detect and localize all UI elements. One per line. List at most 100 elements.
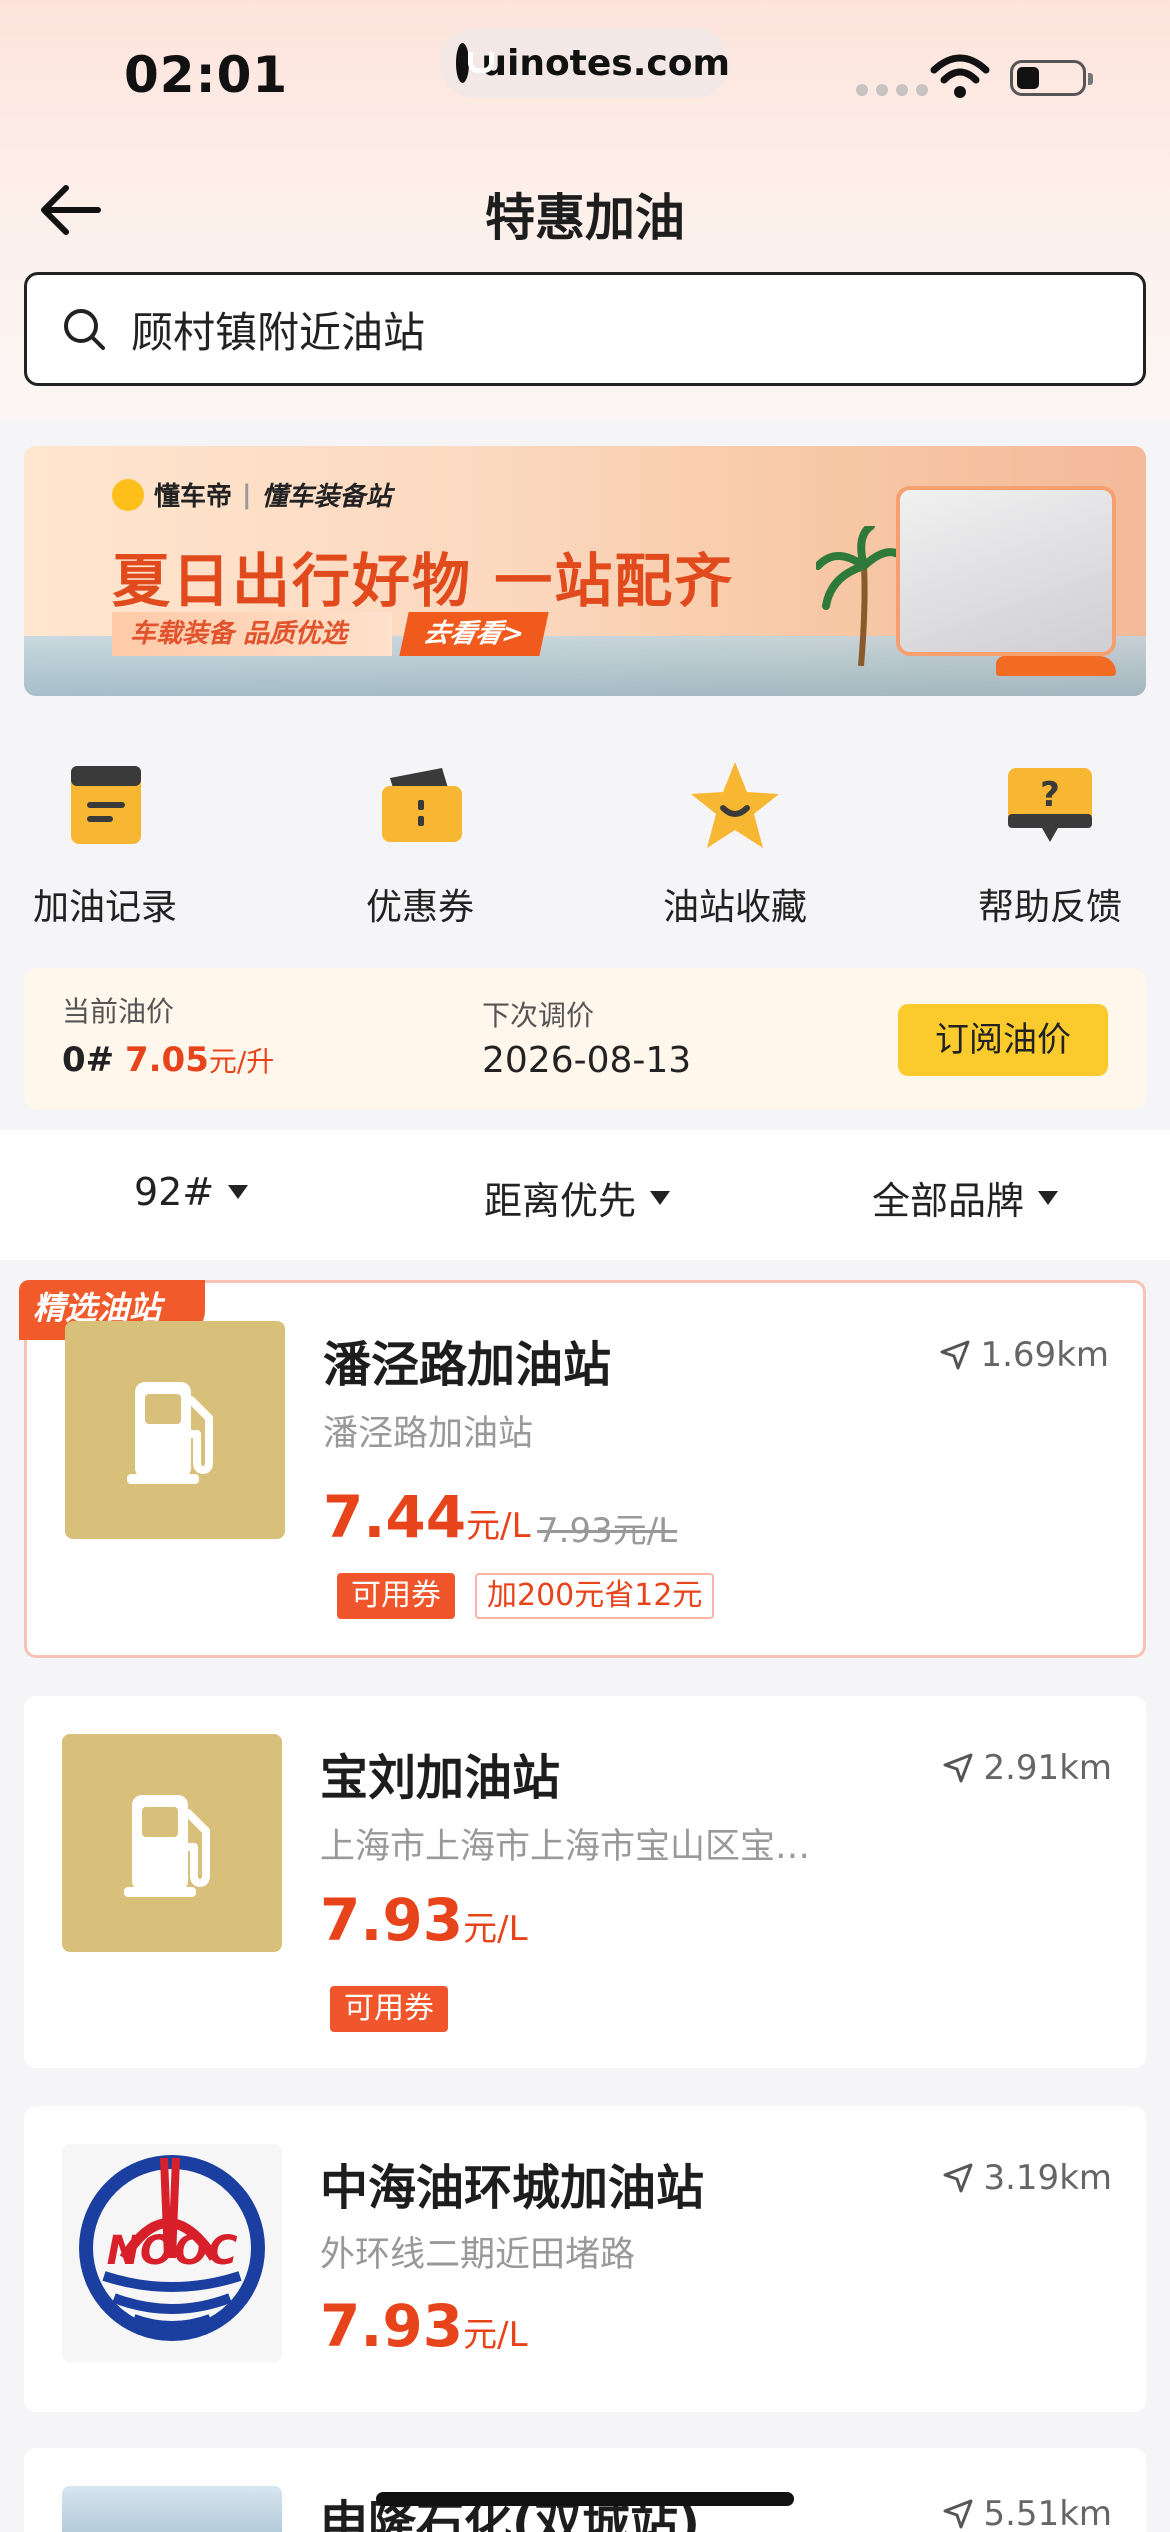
station-distance: 3.19km bbox=[941, 2158, 1112, 2198]
current-price-value: 7.05 bbox=[124, 1040, 209, 1080]
palm-tree-icon bbox=[816, 526, 906, 666]
shortcut-fuel-record[interactable]: 加油记录 bbox=[0, 740, 225, 930]
price-unit: 元/L bbox=[463, 2315, 528, 2355]
site-logo-icon bbox=[456, 43, 496, 83]
cnooc-logo-icon: NOOC bbox=[79, 2155, 265, 2341]
station-address: 外环线二期近田堵路 bbox=[320, 2235, 636, 2275]
search-input[interactable]: 顾村镇附近油站 bbox=[24, 272, 1146, 386]
dongchedi-logo-icon bbox=[112, 478, 144, 511]
distance-text: 1.69km bbox=[980, 1335, 1109, 1375]
shortcut-help[interactable]: ? 帮助反馈 bbox=[930, 740, 1170, 930]
filter-label: 92# bbox=[134, 1170, 215, 1214]
star-favorite-icon bbox=[691, 762, 779, 848]
coupon-tag: 可用券 bbox=[337, 1573, 455, 1619]
search-text: 顾村镇附近油站 bbox=[131, 307, 426, 357]
station-distance: 1.69km bbox=[938, 1335, 1109, 1375]
filter-sort[interactable]: 距离优先 bbox=[484, 1170, 671, 1225]
navigation-arrow-icon bbox=[943, 1753, 973, 1783]
navigation-arrow-icon bbox=[943, 2499, 973, 2529]
station-price: 7.93元/L bbox=[320, 1886, 528, 1954]
page-title: 特惠加油 bbox=[485, 189, 685, 247]
filter-label: 全部品牌 bbox=[872, 1179, 1025, 1223]
station-address: 潘泾路加油站 bbox=[323, 1414, 534, 1454]
station-thumbnail bbox=[62, 2486, 282, 2532]
station-name: 潘泾路加油站 bbox=[323, 1337, 612, 1393]
current-price-label: 当前油价 bbox=[62, 995, 175, 1028]
station-card[interactable]: 申隆石化(双城站) 5.51km bbox=[24, 2448, 1146, 2532]
price-number: 7.93 bbox=[320, 1886, 464, 1954]
caret-down-icon bbox=[650, 1190, 671, 1205]
current-price: 0# 7.05元/升 bbox=[62, 1040, 274, 1080]
distance-text: 5.51km bbox=[983, 2494, 1112, 2532]
station-thumbnail bbox=[65, 1321, 285, 1539]
svg-text:NOOC: NOOC bbox=[107, 2228, 238, 2274]
home-indicator[interactable] bbox=[376, 2492, 794, 2506]
banner-subtitle: 车载装备 品质优选 bbox=[112, 612, 392, 656]
station-card[interactable]: 精选油站 潘泾路加油站 1.69km 潘泾路加油站 7.44元/L 7.93元/… bbox=[19, 1280, 1146, 1658]
station-price: 7.93元/L bbox=[320, 2292, 528, 2360]
wifi-icon bbox=[930, 54, 990, 98]
fuel-record-icon bbox=[71, 766, 141, 844]
navigation-arrow-icon bbox=[940, 1340, 970, 1370]
price-unit: 元/升 bbox=[208, 1045, 275, 1078]
oil-price-card: 当前油价 0# 7.05元/升 下次调价 2026-08-13 订阅油价 bbox=[24, 968, 1146, 1110]
station-distance: 5.51km bbox=[941, 2494, 1112, 2532]
original-price: 7.93元/L bbox=[537, 1511, 678, 1551]
promo-banner[interactable]: 懂车帝 | 懂车装备站 夏日出行好物 一站配齐 车载装备 品质优选 去看看> bbox=[24, 446, 1146, 696]
station-address: 上海市上海市上海市宝山区宝… bbox=[320, 1827, 811, 1867]
banner-brand-divider: | bbox=[242, 479, 252, 510]
price-unit: 元/L bbox=[463, 1909, 528, 1949]
price-number: 7.93 bbox=[320, 2292, 464, 2360]
shortcut-coupon[interactable]: 优惠券 bbox=[300, 740, 540, 930]
product-display-box bbox=[896, 486, 1116, 656]
help-feedback-icon: ? bbox=[1008, 768, 1092, 842]
coupon-tag: 可用券 bbox=[330, 1986, 448, 2032]
shortcut-label: 油站收藏 bbox=[662, 887, 807, 928]
coupon-icon bbox=[382, 768, 462, 842]
next-adjust-date: 2026-08-13 bbox=[482, 1040, 692, 1081]
distance-text: 3.19km bbox=[983, 2158, 1112, 2198]
banner-illustration bbox=[816, 466, 1116, 676]
promo-tag: 加200元省12元 bbox=[475, 1573, 715, 1619]
caret-down-icon bbox=[228, 1185, 249, 1199]
banner-cta-button[interactable]: 去看看> bbox=[399, 612, 549, 656]
banner-brand-name: 懂车帝 bbox=[154, 482, 233, 512]
station-thumbnail bbox=[62, 1734, 282, 1952]
fuel-grade: 0# bbox=[62, 1040, 115, 1080]
filter-fuel-grade[interactable]: 92# bbox=[134, 1170, 249, 1214]
price-unit: 元/L bbox=[466, 1506, 531, 1546]
navigation-arrow-icon bbox=[943, 2163, 973, 2193]
banner-headline: 夏日出行好物 一站配齐 bbox=[112, 547, 735, 615]
station-distance: 2.91km bbox=[941, 1748, 1112, 1788]
station-price: 7.44元/L bbox=[323, 1483, 531, 1551]
next-adjust-label: 下次调价 bbox=[482, 999, 595, 1032]
search-icon bbox=[64, 309, 105, 350]
filter-label: 距离优先 bbox=[484, 1179, 637, 1223]
subscribe-price-button[interactable]: 订阅油价 bbox=[898, 1004, 1108, 1076]
nav-bar: 特惠加油 bbox=[0, 150, 1170, 270]
shortcut-label: 优惠券 bbox=[365, 887, 474, 928]
distance-text: 2.91km bbox=[983, 1748, 1112, 1788]
battery-icon bbox=[1010, 60, 1093, 96]
car-illustration bbox=[996, 656, 1116, 676]
url-text: uinotes.com bbox=[481, 42, 730, 84]
station-thumbnail: NOOC bbox=[62, 2144, 282, 2362]
banner-brand: 懂车帝 | 懂车装备站 bbox=[112, 476, 392, 513]
station-card[interactable]: 宝刘加油站 2.91km 上海市上海市上海市宝山区宝… 7.93元/L 可用券 bbox=[24, 1696, 1146, 2068]
shortcut-grid: 加油记录 优惠券 油站收藏 ? 帮助反馈 bbox=[0, 740, 1170, 940]
fuel-pump-icon bbox=[127, 1382, 213, 1484]
shortcut-label: 加油记录 bbox=[32, 887, 177, 928]
url-pill[interactable]: uinotes.com bbox=[440, 28, 730, 98]
station-card[interactable]: NOOC 中海油环城加油站 3.19km 外环线二期近田堵路 7.93元/L bbox=[24, 2106, 1146, 2412]
shortcut-favorites[interactable]: 油站收藏 bbox=[615, 740, 855, 930]
price-number: 7.44 bbox=[323, 1483, 467, 1551]
caret-down-icon bbox=[1038, 1190, 1059, 1205]
banner-brand-sub: 懂车装备站 bbox=[261, 482, 392, 512]
status-bar: 02:01 uinotes.com bbox=[0, 0, 1170, 140]
filter-brand[interactable]: 全部品牌 bbox=[872, 1170, 1059, 1225]
station-name: 宝刘加油站 bbox=[320, 1750, 561, 1806]
status-time: 02:01 bbox=[124, 46, 289, 104]
shortcut-label: 帮助反馈 bbox=[977, 887, 1122, 928]
fuel-pump-icon bbox=[124, 1795, 210, 1897]
cellular-signal-icon bbox=[856, 84, 928, 96]
